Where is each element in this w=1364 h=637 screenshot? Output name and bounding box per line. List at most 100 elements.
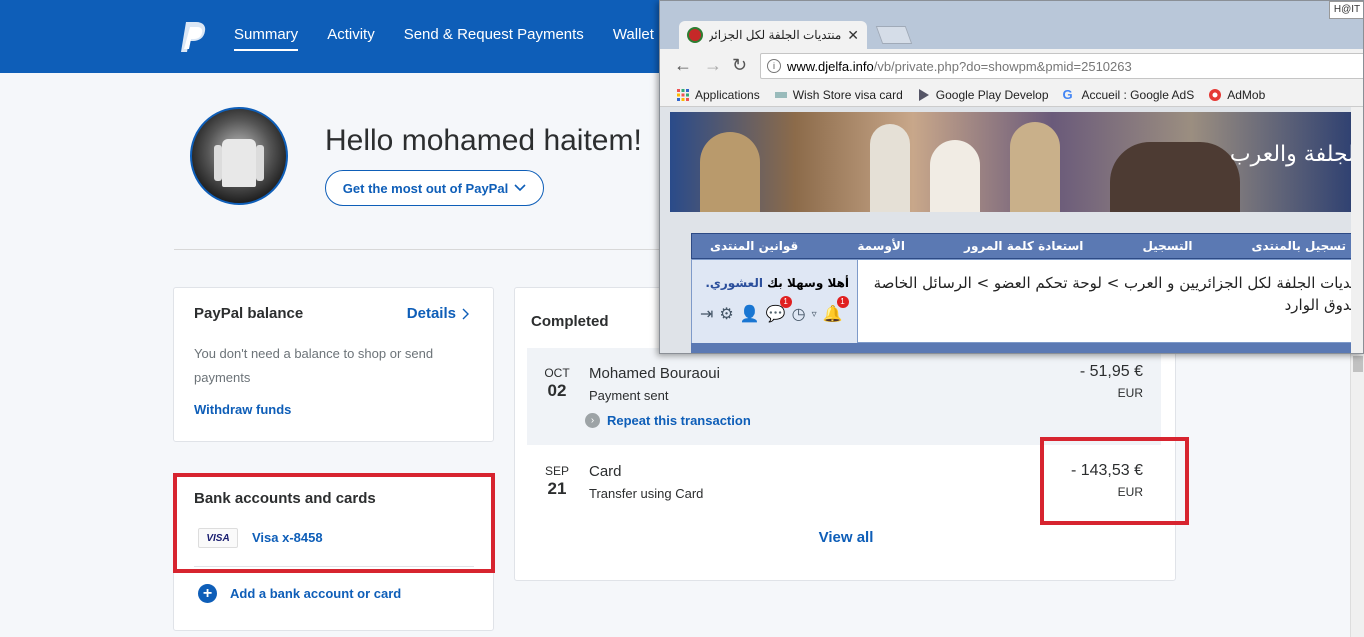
close-icon[interactable]: ✕ <box>847 27 859 44</box>
greeting: Hello mohamed haitem! <box>325 124 642 157</box>
welcome-prefix: أهلا وسهلا بك <box>767 276 849 290</box>
forum-panel: أهلا وسهلا بك العشوري. ⇥ ⚙ 👤 💬 1 ◷ ▿ 🔔 1 م… <box>691 259 1364 344</box>
balance-title: PayPal balance <box>194 305 304 322</box>
back-arrow-icon[interactable]: ← <box>674 55 692 76</box>
get-most-button[interactable]: Get the most out of PayPal <box>325 170 544 206</box>
chevron-down-icon <box>514 184 526 192</box>
new-tab-button[interactable] <box>875 26 913 44</box>
nav-password-link[interactable]: استعادة كلمة المرور <box>964 239 1083 253</box>
forum-logo[interactable]: الجلفة والعرب <box>1230 142 1361 167</box>
tab-title: منتديات الجلفة لكل الجزائريين و <box>709 28 842 42</box>
user-icons: ⇥ ⚙ 👤 💬 1 ◷ ▿ 🔔 1 <box>700 296 849 324</box>
apps-grid-icon <box>677 88 689 101</box>
forum-table-header <box>691 343 1363 353</box>
divider <box>174 249 664 250</box>
forum-nav: تسجيل بالمنتدى التسجيل استعادة كلمة المر… <box>691 233 1363 259</box>
view-all-link[interactable]: View all <box>515 529 1177 546</box>
nav-activity[interactable]: Activity <box>327 26 375 51</box>
browser-toolbar: ← → ↻ i www.djelfa.info/vb/private.php?d… <box>660 49 1363 83</box>
breadcrumb-path[interactable]: منتديات الجلفة لكل الجزائريين و العرب > … <box>868 272 1363 294</box>
visa-card-link[interactable]: Visa x-8458 <box>252 530 323 545</box>
bookmarks-bar: Applications Wish Store visa card Google… <box>660 83 1363 107</box>
details-label: Details <box>406 305 456 322</box>
url-host: www.djelfa.info <box>787 58 874 74</box>
txn-amount: - 51,95 € <box>1079 363 1143 380</box>
page-scrollbar[interactable] <box>1350 354 1364 637</box>
nav-rules-link[interactable]: قوانين المنتدى <box>710 239 798 253</box>
bank-title: Bank accounts and cards <box>194 490 376 507</box>
breadcrumb: منتديات الجلفة لكل الجزائريين و العرب > … <box>868 272 1364 316</box>
nav-wallet[interactable]: Wallet <box>613 26 654 51</box>
nav-badges-link[interactable]: الأوسمة <box>857 239 905 253</box>
repeat-transaction-link[interactable]: Repeat this transaction <box>607 413 751 428</box>
admob-icon <box>1209 88 1222 101</box>
browser-window: منتديات الجلفة لكل الجزائريين و ✕ H@IT ←… <box>659 0 1364 354</box>
chevron-down-icon[interactable]: ▿ <box>812 309 817 320</box>
site-favicon-icon <box>687 27 703 43</box>
bell-icon[interactable]: 🔔 1 <box>823 296 849 324</box>
txn-currency: EUR <box>1117 485 1143 499</box>
user-box: أهلا وسهلا بك العشوري. ⇥ ⚙ 👤 💬 1 ◷ ▿ 🔔 1 <box>692 260 858 344</box>
chevron-right-icon[interactable]: › <box>585 413 600 428</box>
browser-tab[interactable]: منتديات الجلفة لكل الجزائريين و ✕ <box>679 21 867 49</box>
forward-arrow-icon[interactable]: → <box>704 55 722 76</box>
play-icon <box>918 88 929 101</box>
details-link[interactable]: Details <box>407 305 469 322</box>
transaction-row[interactable]: SEP 21 Card Transfer using Card - 143,53… <box>527 448 1161 528</box>
welcome-text: أهلا وسهلا بك العشوري. <box>705 276 849 290</box>
withdraw-funds-link[interactable]: Withdraw funds <box>194 402 291 417</box>
txn-day: 02 <box>547 381 567 400</box>
nav-send-request[interactable]: Send & Request Payments <box>404 26 584 51</box>
txn-currency: EUR <box>1117 386 1143 400</box>
breadcrumb-current: صندوق الوارد <box>1284 296 1364 314</box>
logout-icon[interactable]: ⇥ <box>700 304 713 324</box>
add-bank-link[interactable]: Add a bank account or card <box>230 586 401 601</box>
forum-banner: الجلفة والعرب <box>670 112 1363 212</box>
browser-scrollbar[interactable] <box>1351 107 1363 353</box>
profile-badge[interactable]: H@IT <box>1329 1 1363 19</box>
transaction-row[interactable]: OCT 02 Mohamed Bouraoui Payment sent - 5… <box>527 348 1161 445</box>
bookmark-label: Wish Store visa card <box>792 87 903 102</box>
paypal-logo-icon[interactable] <box>178 20 208 54</box>
balance-description: You don't need a balance to shop or send… <box>194 346 434 385</box>
bookmark-google-play[interactable]: Google Play Develop <box>917 88 1049 102</box>
divider <box>194 566 474 567</box>
messages-badge: 1 <box>779 296 792 308</box>
tab-bar: منتديات الجلفة لكل الجزائريين و ✕ H@IT <box>660 1 1363 49</box>
url-path: /vb/private.php?do=showpm&pmid=2510263 <box>873 58 1132 74</box>
nav-summary[interactable]: Summary <box>234 26 299 51</box>
username-link[interactable]: العشوري. <box>705 276 763 290</box>
reload-icon[interactable]: ↻ <box>732 55 747 76</box>
bookmark-label: Google Play Develop <box>935 87 1049 102</box>
nav-signup-link[interactable]: التسجيل <box>1142 239 1192 253</box>
txn-month: OCT <box>544 366 570 380</box>
bookmark-wish-store[interactable]: Wish Store visa card <box>774 88 903 102</box>
avatar[interactable] <box>190 107 288 205</box>
nav-register-link[interactable]: تسجيل بالمنتدى <box>1252 239 1346 253</box>
get-most-label: Get the most out of PayPal <box>342 180 509 196</box>
gear-icon[interactable]: ⚙ <box>719 304 733 324</box>
visa-logo-icon: VISA <box>198 528 238 548</box>
txn-type: Payment sent <box>589 388 669 403</box>
bookmark-adsense[interactable]: G Accueil : Google AdS <box>1062 86 1195 102</box>
info-icon[interactable]: i <box>767 59 781 73</box>
bookmark-admob[interactable]: AdMob <box>1208 88 1265 102</box>
google-icon: G <box>1062 86 1073 102</box>
bookmark-favicon-icon <box>774 91 787 98</box>
txn-month: SEP <box>544 464 569 478</box>
main-nav: Summary Activity Send & Request Payments… <box>234 26 683 51</box>
messages-icon[interactable]: 💬 1 <box>766 296 792 324</box>
txn-day: 21 <box>547 479 567 498</box>
bookmark-label: AdMob <box>1227 87 1266 102</box>
balance-card: PayPal balance Details You don't need a … <box>173 287 494 442</box>
txn-name: Card <box>589 463 622 480</box>
bookmark-applications[interactable]: Applications <box>676 88 760 102</box>
address-bar[interactable]: i www.djelfa.info/vb/private.php?do=show… <box>760 53 1363 79</box>
txn-type: Transfer using Card <box>589 486 704 501</box>
notifications-badge: 1 <box>836 296 849 308</box>
clock-icon[interactable]: ◷ <box>792 304 806 324</box>
plus-icon[interactable]: + <box>198 584 217 603</box>
add-user-icon[interactable]: 👤 <box>740 304 760 324</box>
bookmark-label: Accueil : Google AdS <box>1081 87 1195 102</box>
txn-name: Mohamed Bouraoui <box>589 365 720 382</box>
